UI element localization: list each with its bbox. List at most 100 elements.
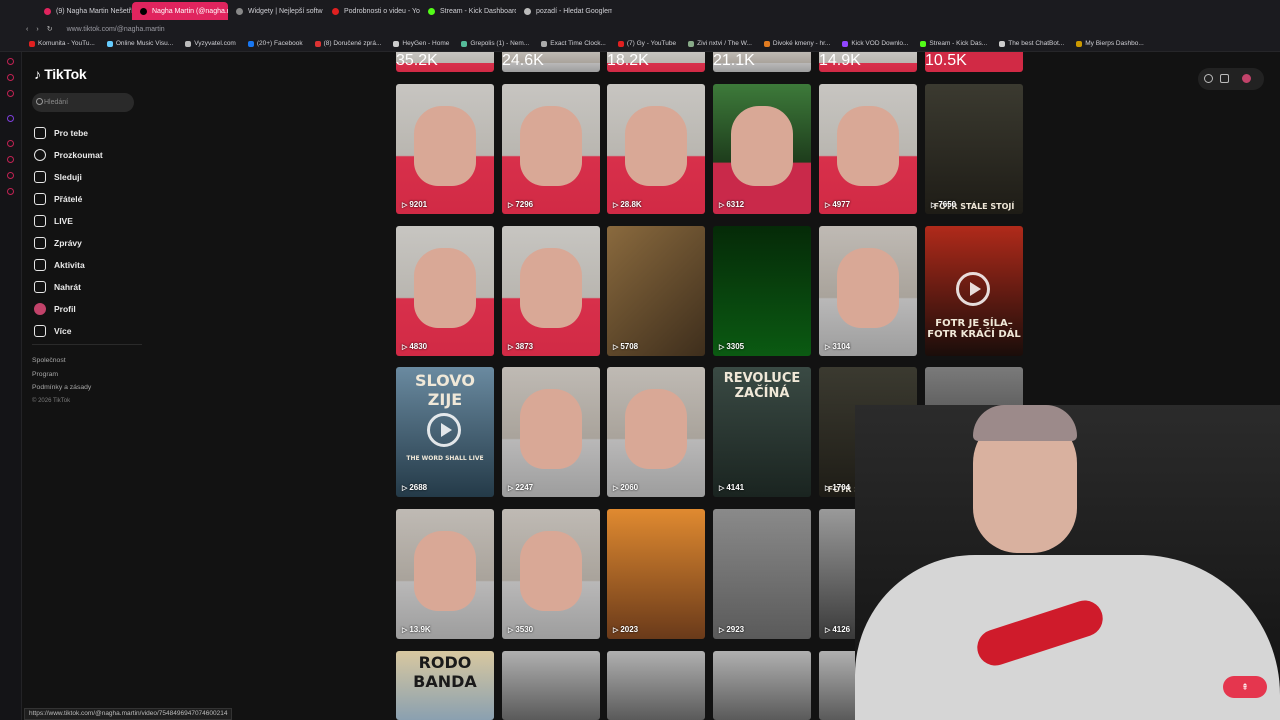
nav-item[interactable]: Více	[34, 320, 103, 342]
bookmark[interactable]: Komunita - YouTu...	[24, 40, 100, 47]
side-icon[interactable]	[7, 90, 14, 97]
bookmark-icon	[541, 40, 548, 47]
browser-tab[interactable]: pozadí - Hledat Googlem	[516, 2, 612, 20]
address-bar[interactable]: ‹ › ↻ www.tiktok.com/@nagha.martin	[0, 22, 1280, 36]
reload-icon[interactable]: ↻	[47, 25, 53, 33]
video-thumbnail[interactable]: 28.8K	[607, 84, 705, 214]
video-thumbnail[interactable]: 10.5K	[925, 52, 1023, 72]
phone-icon[interactable]	[1220, 74, 1229, 83]
video-thumbnail[interactable]: 14.9K	[819, 52, 917, 72]
back-icon[interactable]: ‹	[26, 26, 28, 33]
footer-link[interactable]: Program	[32, 368, 91, 382]
video-thumbnail[interactable]: 35.2K	[396, 52, 494, 72]
nav-item[interactable]: Zprávy	[34, 232, 103, 254]
search-input[interactable]: Hledání	[32, 93, 134, 112]
view-count: 4830	[402, 342, 427, 351]
side-icon[interactable]	[7, 188, 14, 195]
browser-tab[interactable]: Podrobnosti o videu - You	[324, 2, 420, 20]
poster-title: SLOVO ZIJE	[414, 371, 476, 409]
url-text[interactable]: www.tiktok.com/@nagha.martin	[67, 26, 165, 33]
nav-item[interactable]: Aktivita	[34, 254, 103, 276]
video-thumbnail[interactable]: 4977	[819, 84, 917, 214]
video-thumbnail[interactable]: 3873	[502, 226, 600, 356]
video-thumbnail[interactable]: 21.1K	[713, 52, 811, 72]
tab-label: (9) Nagha Martin Nešetří	[56, 7, 132, 15]
poster-title: REVOLUCE ZAČÍNÁ	[723, 371, 801, 401]
view-count: 13.9K	[402, 625, 430, 634]
avatar[interactable]	[1242, 74, 1251, 83]
nav-label: LIVE	[54, 216, 73, 226]
video-thumbnail[interactable]: 9201	[396, 84, 494, 214]
side-icon[interactable]	[7, 172, 14, 179]
forward-icon[interactable]: ›	[36, 26, 38, 33]
view-count: 2023	[613, 625, 638, 634]
nav-label: Prozkoumat	[54, 150, 103, 160]
side-icon[interactable]	[7, 156, 14, 163]
video-thumbnail[interactable]: 4830	[396, 226, 494, 356]
video-thumbnail[interactable]	[607, 651, 705, 720]
video-thumbnail[interactable]: 7296	[502, 84, 600, 214]
browser-tab[interactable]: Stream - Kick Dashboard	[420, 2, 516, 20]
nav-item[interactable]: LIVE	[34, 210, 103, 232]
video-thumbnail[interactable]: 3305	[713, 226, 811, 356]
bookmark[interactable]: Online Music Visu...	[102, 40, 178, 47]
video-thumbnail[interactable]: REVOLUCE ZAČÍNÁ 4141	[713, 367, 811, 497]
bookmark[interactable]: HeyGen - Home	[388, 40, 454, 47]
twitch-icon[interactable]	[7, 115, 14, 122]
bookmark[interactable]: Kick VOD Downlo...	[837, 40, 913, 47]
side-icon[interactable]	[7, 58, 14, 65]
video-thumbnail[interactable]: SLOVO ZIJE THE WORD SHALL LIVE 2688	[396, 367, 494, 497]
video-thumbnail[interactable]: 13.9K	[396, 509, 494, 639]
bookmark[interactable]: Exact Time Clock...	[536, 40, 611, 47]
nav-item[interactable]: Nahrát	[34, 276, 103, 298]
browser-tab[interactable]: (9) Nagha Martin Nešetří	[36, 2, 132, 20]
video-thumbnail[interactable]: FOTR JE SÍLA– FOTR KRÁČÍ DÁL	[925, 226, 1023, 356]
video-thumbnail[interactable]: 18.2K	[607, 52, 705, 72]
nav-label: Přátelé	[54, 194, 83, 204]
browser-tab[interactable]: Nagha Martin (@nagha.m	[132, 2, 228, 20]
bookmark[interactable]: Stream - Kick Das...	[915, 40, 992, 47]
browser-tab[interactable]: Widgety | Nejlepší softw	[228, 2, 324, 20]
scroll-top-button[interactable]: ⇞	[1223, 676, 1267, 698]
bookmark-icon	[29, 40, 35, 47]
face-image	[837, 106, 899, 186]
video-thumbnail[interactable]: 2023	[607, 509, 705, 639]
bookmark[interactable]: (20+) Facebook	[243, 40, 308, 47]
side-icon[interactable]	[7, 74, 14, 81]
footer-link[interactable]: Podmínky a zásady	[32, 381, 91, 395]
video-thumbnail[interactable]: 6312	[713, 84, 811, 214]
video-thumbnail[interactable]	[713, 651, 811, 720]
video-thumbnail[interactable]: 5708	[607, 226, 705, 356]
bookmark[interactable]: Grepolis (1) - Nem...	[456, 40, 534, 47]
tab-favicon-icon	[332, 7, 339, 15]
compass-icon[interactable]	[1204, 74, 1213, 83]
video-thumbnail[interactable]: FOTR STÁLE STOJÍ7650	[925, 84, 1023, 214]
video-thumbnail[interactable]: 3104	[819, 226, 917, 356]
view-count: 2247	[508, 483, 533, 492]
nav-label: Pro tebe	[54, 128, 89, 138]
nav-item[interactable]: Přátelé	[34, 188, 103, 210]
video-thumbnail[interactable]: RODO BANDA	[396, 651, 494, 720]
bookmark[interactable]: (7) Gy - YouTube	[613, 40, 681, 47]
bookmark[interactable]: Vyzyvatel.com	[180, 40, 241, 47]
tiktok-logo[interactable]: ♪ TikTok	[34, 66, 87, 82]
bookmark[interactable]: Zivi nxtvi / The W...	[683, 40, 757, 47]
video-thumbnail[interactable]: 2060	[607, 367, 705, 497]
nav-item[interactable]: Profil	[34, 298, 103, 320]
nav-item[interactable]: Prozkoumat	[34, 144, 103, 166]
video-thumbnail[interactable]	[502, 651, 600, 720]
bookmark[interactable]: The best ChatBot...	[994, 40, 1069, 47]
nav-item[interactable]: Pro tebe	[34, 122, 103, 144]
bookmark[interactable]: My Bierps Dashbo...	[1071, 40, 1149, 47]
footer-link[interactable]: Společnost	[32, 354, 91, 368]
bookmark[interactable]: Divoké kmeny - hr...	[759, 40, 835, 47]
side-icon[interactable]	[7, 140, 14, 147]
bookmark-icon	[842, 40, 849, 47]
bookmark[interactable]: (8) Doručené zprá...	[310, 40, 387, 47]
video-thumbnail[interactable]: 2923	[713, 509, 811, 639]
video-thumbnail[interactable]: 2247	[502, 367, 600, 497]
video-thumbnail[interactable]: 24.6K	[502, 52, 600, 72]
nav-item[interactable]: Sleduji	[34, 166, 103, 188]
bookmark-label: (7) Gy - YouTube	[626, 40, 677, 47]
video-thumbnail[interactable]: 3530	[502, 509, 600, 639]
